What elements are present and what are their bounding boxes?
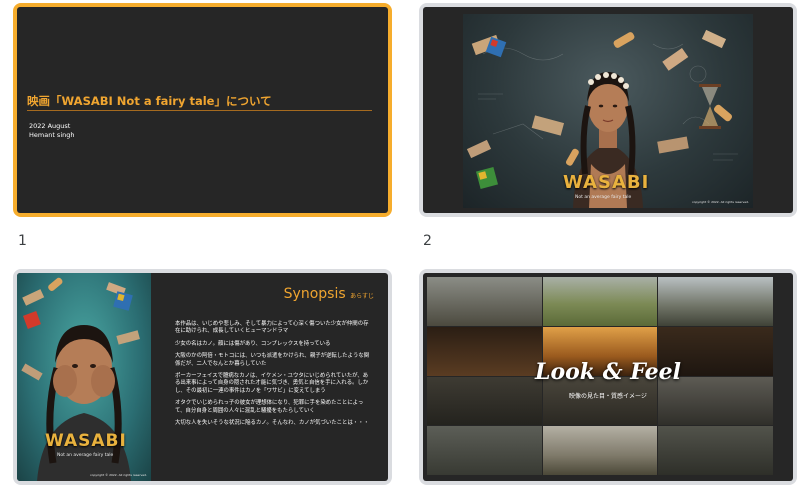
collage-image — [542, 426, 658, 475]
collage-image — [658, 277, 773, 326]
slide-1-canvas: 映画「WASABI Not a fairy tale」について 2022 Aug… — [17, 7, 388, 213]
poster-title: WASABI — [563, 172, 650, 193]
synopsis-paragraph: オタクでいじめられっ子の彼女が理想体になり、犯罪に手を染めたことによって、自分自… — [175, 400, 364, 414]
look-and-feel-subtitle: 映像の見た目・質感イメージ — [569, 393, 647, 400]
slide-number-2: 2 — [423, 233, 432, 249]
slide-3-poster-image: WASABI Not an average fairy tale copyrig… — [17, 273, 151, 481]
synopsis-title-jp: あらすじ — [350, 293, 374, 300]
slide-thumbnail-1[interactable]: 映画「WASABI Not a fairy tale」について 2022 Aug… — [13, 3, 392, 217]
synopsis-paragraph: 少女の名はカノ。顔には傷があり、コンプレックスを持っている — [175, 340, 331, 347]
slide-thumbnail-4[interactable]: Look & Feel 映像の見た目・質感イメージ — [419, 269, 797, 485]
synopsis-heading: Synopsis あらすじ — [284, 286, 374, 302]
slide-thumbnail-2[interactable]: WASABI Not an average fairy tale copyrig… — [419, 3, 797, 217]
slide-1-date: 2022 August — [29, 122, 71, 130]
synopsis-title: Synopsis — [283, 286, 346, 302]
collage-image — [542, 277, 658, 326]
look-and-feel-title: Look & Feel — [534, 359, 681, 385]
collage-image — [427, 277, 542, 326]
slide-2-canvas: WASABI Not an average fairy tale copyrig… — [423, 7, 793, 213]
synopsis-body: 本作品は、いじめや悲しみ、そして暴力によって心深く傷ついた少女が仲間の存在に助け… — [175, 321, 373, 432]
poster-copyright: copyright © 2022. All rights reserved. — [89, 473, 147, 477]
synopsis-paragraph: ポーカーフェイスで臆病なカノは、イケメン・ユウタにいじめられていたが、ある出来事… — [175, 373, 369, 394]
slide-1-author: Hemant singh — [29, 131, 75, 139]
slide-4-canvas: Look & Feel 映像の見た目・質感イメージ — [423, 273, 793, 481]
synopsis-paragraph: 本作品は、いじめや悲しみ、そして暴力によって心深く傷ついた少女が仲間の存在に助け… — [175, 321, 369, 335]
slide-1-title: 映画「WASABI Not a fairy tale」について — [27, 94, 272, 108]
collage-image — [427, 426, 542, 475]
poster-tagline: Not an average fairy tale — [57, 453, 114, 458]
poster-title: WASABI — [45, 431, 127, 451]
slide-1-divider — [27, 110, 372, 111]
slide-thumbnail-3[interactable]: WASABI Not an average fairy tale copyrig… — [13, 269, 392, 485]
poster-tagline: Not an average fairy tale — [575, 195, 632, 200]
poster-copyright: copyright © 2022. All rights reserved. — [691, 200, 749, 204]
collage-image — [658, 426, 773, 475]
synopsis-paragraph: 大切な人を失いそうな状況に陥るカノ。そんなわ、カノが気づいたことは・・・ — [175, 420, 369, 427]
slide-number-1: 1 — [18, 233, 27, 249]
synopsis-paragraph: 大阪のかの阿倍・モトコには、いつも派遣をかけられ、親子が逆転したような関係だが、… — [175, 353, 370, 367]
slide-2-poster-image: WASABI Not an average fairy tale copyrig… — [463, 14, 753, 208]
slide-3-canvas: WASABI Not an average fairy tale copyrig… — [17, 273, 388, 481]
